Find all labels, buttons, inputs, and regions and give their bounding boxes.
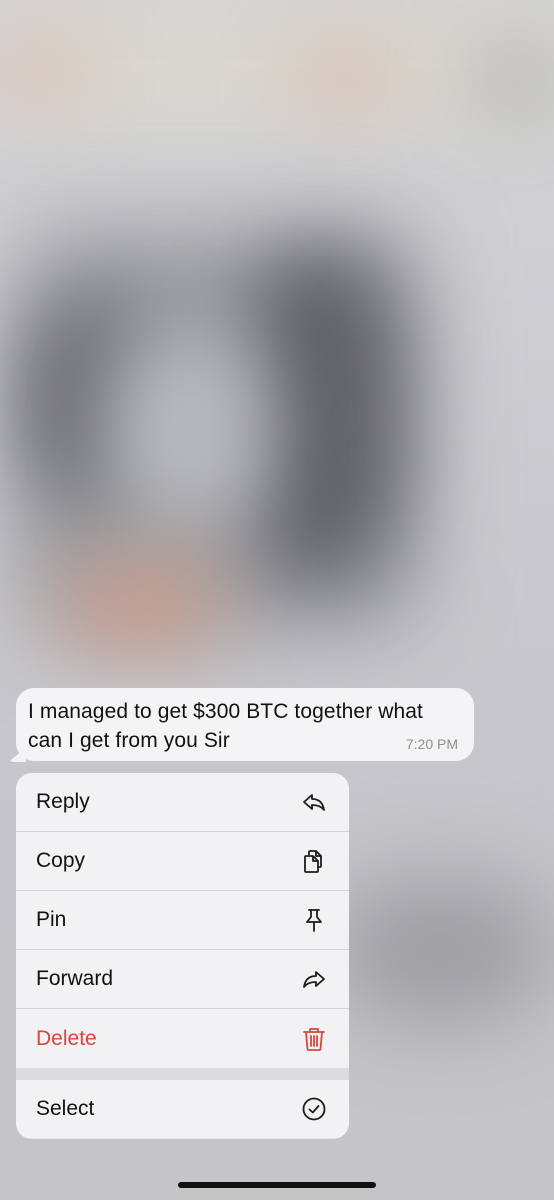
message-time: 7:20 PM — [405, 736, 458, 752]
blurred-shape — [60, 560, 220, 650]
blurred-shape — [300, 50, 390, 110]
delete-menu-item[interactable]: Delete — [16, 1009, 349, 1068]
context-menu: Reply Copy Pin Forward Delete Select — [16, 773, 349, 1139]
forward-menu-item[interactable]: Forward — [16, 950, 349, 1009]
message-text: I managed to get $300 BTC together what … — [28, 700, 423, 752]
reply-menu-item[interactable]: Reply — [16, 773, 349, 832]
reply-label: Reply — [36, 790, 90, 813]
forward-icon — [301, 966, 327, 992]
blurred-shape — [110, 330, 270, 530]
delete-label: Delete — [36, 1026, 97, 1050]
reply-icon — [301, 789, 327, 815]
pin-menu-item[interactable]: Pin — [16, 891, 349, 950]
select-label: Select — [36, 1097, 95, 1120]
select-menu-item[interactable]: Select — [16, 1080, 349, 1138]
message-bubble[interactable]: I managed to get $300 BTC together what … — [16, 688, 474, 761]
copy-icon — [301, 848, 327, 874]
forward-label: Forward — [36, 967, 114, 990]
checkmark-circle-icon — [301, 1096, 327, 1122]
home-indicator[interactable] — [178, 1182, 376, 1188]
pin-icon — [301, 907, 327, 933]
pin-label: Pin — [36, 908, 67, 931]
blurred-shape — [330, 880, 550, 1020]
copy-label: Copy — [36, 849, 86, 872]
blurred-shape — [470, 40, 554, 120]
trash-icon — [301, 1026, 327, 1052]
menu-separator — [16, 1068, 349, 1080]
blurred-shape — [0, 40, 80, 100]
context-menu-actions: Reply Copy Pin Forward Delete — [16, 773, 349, 1068]
copy-menu-item[interactable]: Copy — [16, 832, 349, 891]
